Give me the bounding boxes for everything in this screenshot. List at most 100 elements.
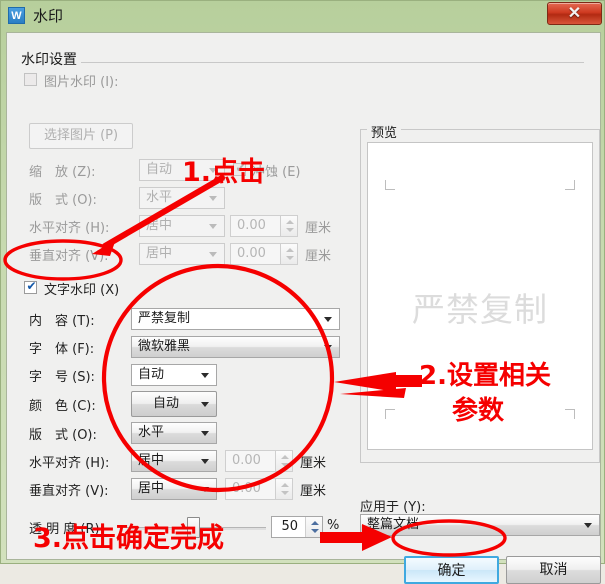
stepper-up-icon[interactable] (311, 521, 319, 525)
chevron-down-icon (201, 487, 209, 492)
chevron-down-icon (201, 373, 209, 378)
text-layout-combo[interactable]: 水平 (131, 422, 217, 444)
text-font-label: 字 体 (F): (29, 342, 95, 357)
text-content-value: 严禁复制 (138, 311, 191, 326)
chevron-down-icon (201, 459, 209, 464)
text-valign-offset-value: 0.00 (232, 481, 261, 496)
text-halign-label: 水平对齐 (H): (29, 456, 110, 471)
watermark-dialog-window: W 水印 ✕ 水印设置 图片水印 (I): 选择图片 (P) 缩 放 (Z): … (0, 0, 605, 584)
chevron-down-icon (201, 431, 209, 436)
close-icon: ✕ (567, 5, 582, 22)
chevron-down-icon (201, 402, 209, 407)
image-halign-value: 居中 (146, 218, 173, 233)
title-bar: W 水印 ✕ (1, 1, 605, 31)
text-layout-label: 版 式 (O): (29, 428, 97, 443)
text-halign-value: 居中 (138, 453, 165, 468)
chevron-down-icon (209, 168, 217, 173)
image-valign-offset-stepper[interactable]: 0.00 (230, 243, 298, 265)
wps-writer-icon: W (8, 7, 25, 24)
transparency-label: 透 明 度 (R): (29, 522, 104, 537)
close-button[interactable]: ✕ (547, 2, 602, 25)
watermark-settings-group-line (19, 62, 584, 63)
stepper-buttons[interactable] (275, 451, 292, 471)
cancel-button[interactable]: 取消 (506, 556, 601, 584)
image-valign-value: 居中 (146, 246, 173, 261)
text-size-value: 自动 (138, 367, 165, 382)
dialog-client-area: 水印设置 图片水印 (I): 选择图片 (P) 缩 放 (Z): 自动 冲蚀 (… (6, 32, 601, 584)
text-valign-value: 居中 (138, 481, 165, 496)
preview-watermark-text: 严禁复制 (412, 290, 548, 329)
text-valign-label: 垂直对齐 (V): (29, 484, 109, 499)
text-content-label: 内 容 (T): (29, 314, 95, 329)
washout-label: 冲蚀 (E) (252, 165, 301, 180)
text-halign-combo[interactable]: 居中 (131, 450, 217, 472)
transparency-unit: % (327, 518, 340, 533)
transparency-slider-thumb[interactable] (187, 517, 200, 538)
chevron-down-icon (324, 317, 332, 322)
stepper-up-icon[interactable] (286, 248, 294, 252)
image-layout-combo[interactable]: 水平 (139, 187, 225, 209)
margin-corner-bottom-right-icon (565, 409, 575, 419)
transparency-value: 50 (281, 519, 298, 534)
chevron-down-icon (209, 224, 217, 229)
image-valign-combo[interactable]: 居中 (139, 243, 225, 265)
image-valign-label: 垂直对齐 (V): (29, 249, 109, 264)
stepper-buttons[interactable] (280, 244, 297, 264)
text-color-combo[interactable]: 自动 (131, 391, 217, 417)
apply-to-combo[interactable]: 整篇文档 (360, 514, 600, 536)
ok-button[interactable]: 确定 (404, 556, 499, 584)
stepper-buttons[interactable] (280, 216, 297, 236)
stepper-buttons[interactable] (305, 517, 322, 537)
text-halign-offset-stepper[interactable]: 0.00 (225, 450, 293, 472)
stepper-down-icon[interactable] (281, 463, 289, 467)
stepper-up-icon[interactable] (286, 220, 294, 224)
text-halign-offset-value: 0.00 (232, 453, 261, 468)
chevron-down-icon (324, 345, 332, 350)
stepper-up-icon[interactable] (281, 455, 289, 459)
text-color-label: 颜 色 (C): (29, 399, 96, 414)
text-font-value: 微软雅黑 (138, 339, 191, 354)
image-watermark-label: 图片水印 (I): (44, 75, 119, 90)
text-font-combo[interactable]: 微软雅黑 (131, 336, 340, 358)
text-valign-unit: 厘米 (300, 484, 327, 499)
image-halign-combo[interactable]: 居中 (139, 215, 225, 237)
image-halign-offset-stepper[interactable]: 0.00 (230, 215, 298, 237)
washout-checkbox[interactable] (233, 161, 247, 176)
text-valign-offset-stepper[interactable]: 0.00 (225, 478, 293, 500)
chevron-down-icon (209, 196, 217, 201)
text-content-combo[interactable]: 严禁复制 (131, 308, 340, 330)
chevron-down-icon (209, 252, 217, 257)
image-layout-label: 版 式 (O): (29, 193, 97, 208)
image-scale-value: 自动 (146, 162, 173, 177)
transparency-stepper[interactable]: 50 (271, 516, 323, 538)
image-halign-offset-value: 0.00 (237, 218, 266, 233)
image-halign-unit: 厘米 (305, 221, 332, 236)
apply-to-value: 整篇文档 (367, 517, 420, 532)
stepper-up-icon[interactable] (281, 483, 289, 487)
image-layout-value: 水平 (146, 190, 173, 205)
stepper-down-icon[interactable] (286, 228, 294, 232)
text-size-label: 字 号 (S): (29, 370, 95, 385)
chevron-down-icon (584, 523, 592, 528)
watermark-settings-title: 水印设置 (17, 49, 81, 69)
window-frame: W 水印 ✕ 水印设置 图片水印 (I): 选择图片 (P) 缩 放 (Z): … (0, 0, 605, 584)
image-scale-combo[interactable]: 自动 (139, 159, 225, 181)
stepper-down-icon[interactable] (286, 256, 294, 260)
text-size-combo[interactable]: 自动 (131, 364, 217, 386)
text-watermark-checkbox[interactable] (24, 279, 38, 294)
stepper-down-icon[interactable] (281, 491, 289, 495)
stepper-down-icon[interactable] (311, 529, 319, 533)
select-picture-button[interactable]: 选择图片 (P) (29, 123, 133, 149)
image-valign-offset-value: 0.00 (237, 246, 266, 261)
text-valign-combo[interactable]: 居中 (131, 478, 217, 500)
text-layout-value: 水平 (138, 425, 165, 440)
image-valign-unit: 厘米 (305, 249, 332, 264)
image-scale-label: 缩 放 (Z): (29, 165, 96, 180)
image-watermark-checkbox[interactable] (24, 73, 37, 86)
window-title: 水印 (33, 7, 64, 25)
margin-corner-top-left-icon (385, 180, 395, 190)
margin-corner-bottom-left-icon (385, 409, 395, 419)
stepper-buttons[interactable] (275, 479, 292, 499)
image-halign-label: 水平对齐 (H): (29, 221, 110, 236)
text-halign-unit: 厘米 (300, 456, 327, 471)
